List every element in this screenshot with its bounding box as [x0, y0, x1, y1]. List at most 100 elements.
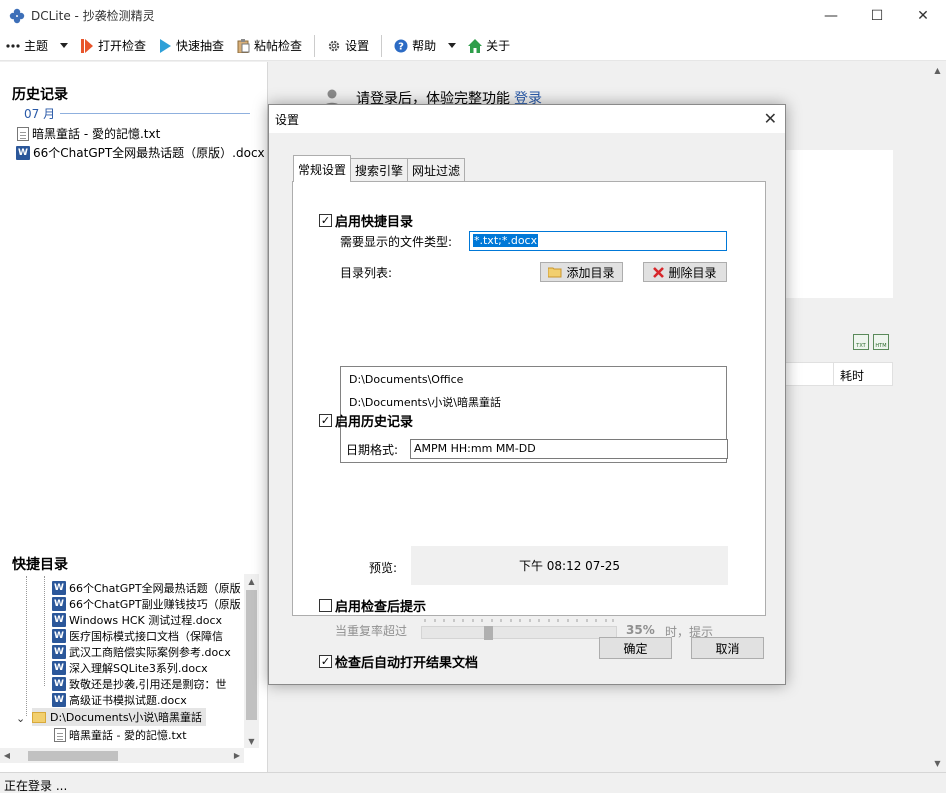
- slider-track[interactable]: [421, 626, 617, 639]
- dialog-close-button[interactable]: ✕: [764, 109, 777, 128]
- about-label: 关于: [486, 39, 511, 53]
- toolbar-separator: [314, 34, 316, 57]
- word-file-icon: W: [52, 597, 66, 611]
- tree-item-label: 66个ChatGPT副业赚钱技巧（原版: [69, 598, 241, 611]
- delete-x-icon: [653, 266, 665, 278]
- tree-item[interactable]: W 致敬还是抄袭,引用还是剽窃：世: [52, 676, 227, 692]
- delete-dir-button[interactable]: 删除目录: [643, 262, 727, 282]
- open-check-button[interactable]: 打开检查: [74, 31, 152, 61]
- quick-sample-label: 快速抽查: [176, 39, 225, 53]
- quick-dir-tree[interactable]: W 66个ChatGPT全网最热话题（原版 W 66个ChatGPT副业赚钱技巧…: [0, 576, 244, 748]
- dropdown-arrow-icon: [60, 42, 69, 48]
- general-settings-pane: ✓ 启用快捷目录 需要显示的文件类型: *.txt;*.docx 目录列表: 添…: [292, 181, 766, 671]
- folder-open-icon: [548, 267, 562, 278]
- export-icons: TXT HTM: [853, 334, 889, 350]
- date-format-input[interactable]: AMPM HH:mm MM-DD: [410, 439, 728, 459]
- tree-item-label: 致敬还是抄袭,引用还是剽窃：世: [69, 678, 227, 691]
- tree-item-label: 深入理解SQLite3系列.docx: [69, 662, 208, 675]
- window-title: DCLite - 抄袭检测精灵: [31, 9, 155, 23]
- dir-list-label: 目录列表:: [340, 266, 393, 280]
- scroll-thumb[interactable]: [246, 590, 257, 720]
- dir-list-item[interactable]: D:\Documents\小说\暗黑童話: [349, 394, 501, 410]
- tree-item[interactable]: W 66个ChatGPT全网最热话题（原版: [52, 580, 241, 596]
- export-txt-icon[interactable]: TXT: [853, 334, 869, 350]
- post-check-prompt-checkbox[interactable]: 启用检查后提示: [319, 596, 426, 615]
- clipboard-icon: [236, 38, 250, 53]
- tree-horizontal-scrollbar[interactable]: ◀ ▶: [0, 748, 244, 763]
- more-dots-icon: [6, 39, 20, 53]
- checkbox-checked-icon: ✓: [319, 655, 332, 668]
- tree-item-label: 武汉工商赔偿实际案例参考.docx: [69, 646, 231, 659]
- help-dropdown-button[interactable]: [442, 31, 462, 61]
- tree-item-label: 暗黑童話 - 愛的記憶.txt: [69, 729, 187, 742]
- scroll-up-arrow-icon[interactable]: ▲: [929, 62, 946, 79]
- scroll-thumb[interactable]: [28, 751, 118, 761]
- quick-dir-checkbox[interactable]: ✓ 启用快捷目录: [319, 211, 413, 230]
- word-file-icon: W: [52, 613, 66, 627]
- scroll-down-arrow-icon[interactable]: ▼: [929, 755, 946, 772]
- tab-url-filter[interactable]: 网址过滤: [407, 158, 466, 182]
- tree-expand-toggle[interactable]: ⌄: [16, 710, 25, 726]
- tree-item-label: 高级证书模拟试题.docx: [69, 694, 187, 707]
- scroll-down-arrow-icon[interactable]: ▼: [244, 734, 259, 748]
- main-vertical-scrollbar[interactable]: ▲ ▼: [929, 62, 946, 772]
- play-blue-icon: [158, 38, 172, 53]
- theme-dropdown-button[interactable]: [54, 31, 74, 61]
- tab-search-engine[interactable]: 搜索引擎: [350, 158, 409, 182]
- settings-label: 设置: [345, 39, 370, 53]
- tree-vertical-scrollbar[interactable]: ▲ ▼: [244, 574, 259, 748]
- gear-icon: [327, 39, 341, 53]
- auto-open-label: 检查后自动打开结果文档: [335, 656, 479, 671]
- history-item[interactable]: 暗黑童話 - 愛的記憶.txt: [17, 125, 160, 142]
- cancel-button[interactable]: 取消: [691, 637, 764, 659]
- file-types-label: 需要显示的文件类型:: [340, 235, 453, 249]
- theme-button[interactable]: 主题: [0, 31, 54, 61]
- threshold-slider[interactable]: [421, 619, 617, 640]
- slider-thumb[interactable]: [484, 626, 493, 640]
- history-item[interactable]: W 66个ChatGPT全网最热话题（原版）.docx: [16, 144, 265, 161]
- history-item-label: 暗黑童話 - 愛的記憶.txt: [32, 127, 161, 141]
- tree-item-label: 66个ChatGPT全网最热话题（原版: [69, 582, 241, 595]
- tree-item-label: Windows HCK 测试过程.docx: [69, 614, 223, 627]
- paste-check-button[interactable]: 粘帖检查: [230, 31, 308, 61]
- column-header-time[interactable]: 耗时: [840, 367, 864, 384]
- tab-general[interactable]: 常规设置: [293, 155, 352, 182]
- file-types-input[interactable]: *.txt;*.docx: [469, 231, 727, 251]
- auto-open-checkbox[interactable]: ✓ 检查后自动打开结果文档: [319, 652, 478, 671]
- minimize-button[interactable]: —: [808, 0, 854, 31]
- toolbar: 主题 打开检查 快速抽查 粘帖检查 设置 ? 帮助 关于: [0, 31, 946, 61]
- word-file-icon: W: [16, 145, 30, 160]
- add-dir-button[interactable]: 添加目录: [540, 262, 623, 282]
- slider-ticks: [424, 619, 614, 622]
- checkbox-checked-icon: ✓: [319, 414, 332, 427]
- tree-folder-item[interactable]: D:\Documents\小说\暗黑童話: [32, 708, 207, 726]
- scroll-right-arrow-icon[interactable]: ▶: [230, 748, 244, 763]
- tree-item[interactable]: W 武汉工商赔偿实际案例参考.docx: [52, 644, 231, 660]
- date-preview: 下午 08:12 07-25: [411, 546, 728, 585]
- text-file-icon: [17, 126, 29, 141]
- maximize-button[interactable]: ☐: [854, 0, 900, 31]
- about-button[interactable]: 关于: [462, 31, 516, 61]
- scroll-left-arrow-icon[interactable]: ◀: [0, 748, 14, 763]
- column-separator: [833, 363, 834, 385]
- tree-item[interactable]: W 66个ChatGPT副业赚钱技巧（原版: [52, 596, 241, 612]
- tree-item[interactable]: 暗黑童話 - 愛的記憶.txt: [54, 727, 187, 743]
- close-window-button[interactable]: ✕: [900, 0, 946, 31]
- dir-list-item[interactable]: D:\Documents\Office: [349, 373, 463, 386]
- scroll-up-arrow-icon[interactable]: ▲: [244, 574, 259, 588]
- settings-button[interactable]: 设置: [321, 31, 375, 61]
- history-checkbox[interactable]: ✓ 启用历史记录: [319, 411, 413, 430]
- tree-item[interactable]: W Windows HCK 测试过程.docx: [52, 612, 222, 628]
- tree-item[interactable]: W 深入理解SQLite3系列.docx: [52, 660, 208, 676]
- tree-item[interactable]: W 高级证书模拟试题.docx: [52, 692, 187, 708]
- ok-button[interactable]: 确定: [599, 637, 672, 659]
- quick-sample-button[interactable]: 快速抽查: [152, 31, 230, 61]
- title-bar: DCLite - 抄袭检测精灵 — ☐ ✕: [0, 0, 946, 31]
- help-button[interactable]: ? 帮助: [388, 31, 442, 61]
- quick-dir-panel: 快捷目录 W 66个ChatGPT全网最热话题（原版 W 66个ChatGPT副…: [0, 550, 267, 772]
- tree-item[interactable]: W 医疗国标模式接口文档（保障信: [52, 628, 223, 644]
- settings-dialog: 设置 ✕ 常规设置 搜索引擎 网址过滤 ✓ 启用快捷目录 需要显示的文件类型: …: [268, 104, 786, 685]
- history-title: 历史记录: [12, 87, 68, 103]
- export-htm-icon[interactable]: HTM: [873, 334, 889, 350]
- dialog-title: 设置: [275, 113, 300, 127]
